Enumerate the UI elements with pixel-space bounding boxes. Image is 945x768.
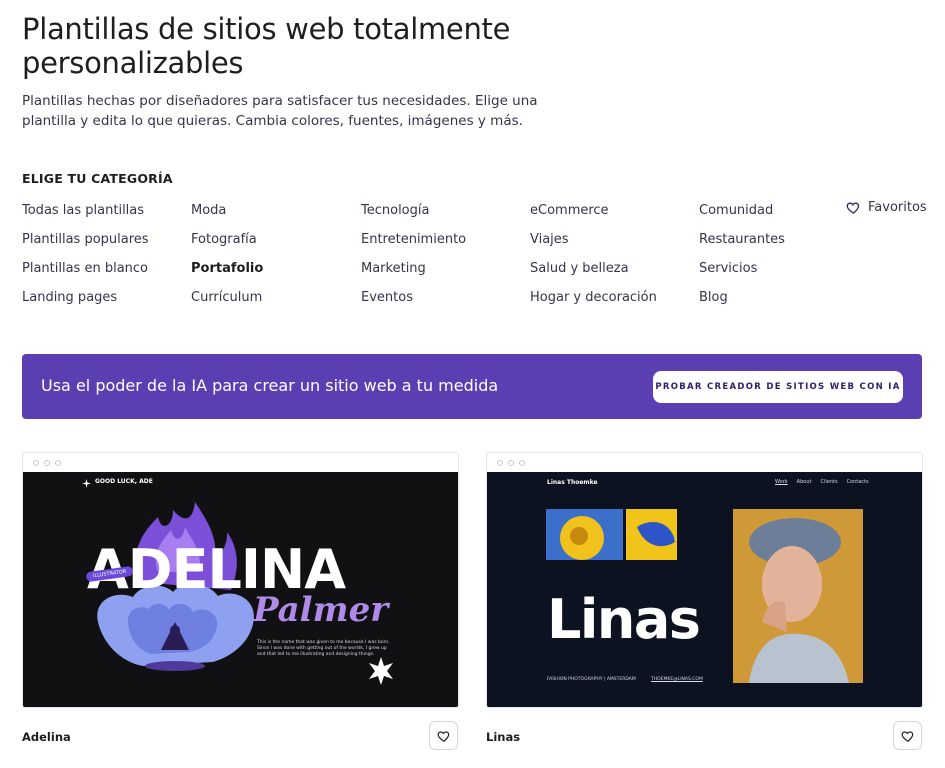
browser-bar bbox=[487, 453, 922, 472]
browser-dot bbox=[33, 460, 39, 466]
linas-headline: Linas bbox=[547, 588, 701, 651]
category-entretenimiento[interactable]: Entretenimiento bbox=[361, 231, 466, 249]
browser-dot bbox=[497, 460, 503, 466]
category-restaurantes[interactable]: Restaurantes bbox=[699, 231, 785, 249]
linas-email: THOEMKE@LINAS.COM bbox=[651, 677, 703, 682]
page-title: Plantillas de sitios web totalmente pers… bbox=[22, 12, 511, 80]
try-ai-builder-button[interactable]: PROBAR CREADOR DE SITIOS WEB CON IA bbox=[653, 371, 903, 403]
ai-banner: Usa el poder de la IA para crear un siti… bbox=[22, 354, 922, 419]
adelina-logo-text: GOOD LUCK, ADE bbox=[95, 478, 153, 485]
category-portafolio[interactable]: Portafolio bbox=[191, 260, 263, 278]
browser-dot bbox=[519, 460, 525, 466]
category-moda[interactable]: Moda bbox=[191, 202, 226, 220]
adelina-script-name: Palmer bbox=[253, 590, 389, 630]
adelina-preview: GOOD LUCK, ADE ADELINA ILLUSTRATOR Palme… bbox=[23, 472, 458, 707]
category-landing-pages[interactable]: Landing pages bbox=[22, 289, 117, 307]
ai-banner-text: Usa el poder de la IA para crear un siti… bbox=[41, 376, 499, 395]
template-preview-frame[interactable]: Linas Thoemke Work About Clients Contact… bbox=[486, 452, 923, 708]
category-viajes[interactable]: Viajes bbox=[530, 231, 569, 249]
page-subtitle: Plantillas hechas por diseñadores para s… bbox=[22, 93, 538, 129]
category-todas-las-plantillas[interactable]: Todas las plantillas bbox=[22, 202, 144, 220]
category-tecnologia[interactable]: Tecnología bbox=[361, 202, 429, 220]
category-hogar-y-decoracion[interactable]: Hogar y decoración bbox=[530, 289, 657, 307]
category-servicios[interactable]: Servicios bbox=[699, 260, 757, 278]
adelina-body-text: This is the name that was given to me be… bbox=[257, 640, 390, 657]
category-comunidad[interactable]: Comunidad bbox=[699, 202, 773, 220]
linas-preview: Linas Thoemke Work About Clients Contact… bbox=[487, 472, 922, 707]
category-heading: ELIGE TU CATEGORÍA bbox=[22, 171, 173, 186]
template-preview-frame[interactable]: GOOD LUCK, ADE ADELINA ILLUSTRATOR Palme… bbox=[22, 452, 459, 708]
browser-dot bbox=[55, 460, 61, 466]
favorite-button[interactable] bbox=[429, 721, 458, 750]
category-plantillas-en-blanco[interactable]: Plantillas en blanco bbox=[22, 260, 148, 278]
template-name[interactable]: Linas bbox=[486, 730, 520, 744]
heart-icon bbox=[846, 202, 860, 214]
category-marketing[interactable]: Marketing bbox=[361, 260, 426, 278]
category-blog[interactable]: Blog bbox=[699, 289, 728, 307]
category-plantillas-populares[interactable]: Plantillas populares bbox=[22, 231, 149, 249]
favorites-link[interactable]: Favoritos bbox=[846, 200, 927, 215]
browser-dot bbox=[44, 460, 50, 466]
browser-bar bbox=[23, 453, 458, 472]
category-curriculum[interactable]: Currículum bbox=[191, 289, 262, 307]
category-ecommerce[interactable]: eCommerce bbox=[530, 202, 609, 220]
linas-footer-text: FASHION PHOTOGRAPHY | AMSTERDAM bbox=[547, 677, 636, 682]
category-eventos[interactable]: Eventos bbox=[361, 289, 413, 307]
category-fotografia[interactable]: Fotografía bbox=[191, 231, 257, 249]
favorite-button[interactable] bbox=[893, 721, 922, 750]
star-icon bbox=[82, 479, 91, 488]
template-name[interactable]: Adelina bbox=[22, 730, 71, 744]
heart-icon bbox=[901, 730, 913, 742]
browser-dot bbox=[508, 460, 514, 466]
heart-icon bbox=[437, 730, 449, 742]
favorites-label: Favoritos bbox=[868, 200, 927, 215]
category-salud-y-belleza[interactable]: Salud y belleza bbox=[530, 260, 629, 278]
